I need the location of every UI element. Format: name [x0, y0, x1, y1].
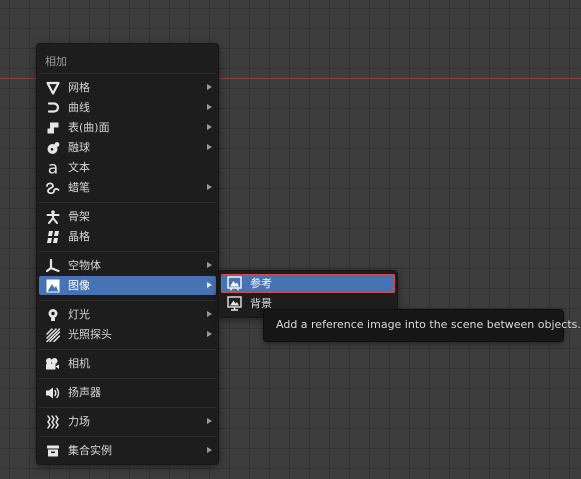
menu-separator	[39, 407, 216, 408]
light-icon	[45, 307, 60, 322]
menu-item-metaball[interactable]: 融球	[39, 138, 216, 157]
menu-separator	[39, 349, 216, 350]
menu-title: 相加	[45, 55, 67, 68]
menu-item-light[interactable]: 灯光	[39, 305, 216, 324]
menu-separator	[39, 378, 216, 379]
lattice-icon	[45, 229, 60, 244]
menu-item-mesh[interactable]: 网格	[39, 78, 216, 97]
menu-item-label: 骨架	[68, 210, 90, 223]
curve-icon	[45, 100, 60, 115]
tooltip-text: Add a reference image into the scene bet…	[276, 318, 581, 331]
svg-text:a: a	[47, 160, 57, 176]
grease-pencil-icon	[45, 180, 60, 195]
submenu-arrow-icon	[207, 184, 212, 190]
menu-item-collection-instance[interactable]: 集合实例	[39, 441, 216, 460]
light-probe-icon	[45, 327, 60, 342]
submenu-arrow-icon	[207, 447, 212, 453]
menu-item-camera[interactable]: 相机	[39, 354, 216, 373]
camera-icon	[45, 356, 60, 371]
tooltip: Add a reference image into the scene bet…	[263, 309, 581, 342]
menu-item-label: 集合实例	[68, 444, 112, 457]
add-menu: 相加 网格 曲线 表(曲)面 融球 a 文本 蜡笔 骨架 晶格 空物体 图像 灯…	[36, 43, 219, 465]
menu-item-label: 力场	[68, 415, 90, 428]
submenu-arrow-icon	[207, 104, 212, 110]
submenu-arrow-icon	[207, 262, 212, 268]
menu-item-label: 曲线	[68, 101, 90, 114]
menu-separator	[39, 436, 216, 437]
submenu-arrow-icon	[207, 124, 212, 130]
submenu-item-label: 参考	[250, 277, 272, 290]
submenu-arrow-icon	[207, 282, 212, 288]
menu-item-label: 扬声器	[68, 386, 101, 399]
menu-item-label: 晶格	[68, 230, 90, 243]
submenu-arrow-icon	[207, 84, 212, 90]
menu-separator	[39, 73, 216, 74]
3d-viewport[interactable]: 相加 网格 曲线 表(曲)面 融球 a 文本 蜡笔 骨架 晶格 空物体 图像 灯…	[0, 0, 581, 479]
menu-item-image[interactable]: 图像	[39, 276, 216, 295]
menu-item-label: 融球	[68, 141, 90, 154]
menu-item-label: 相机	[68, 357, 90, 370]
menu-item-force-field[interactable]: 力场	[39, 412, 216, 431]
menu-item-grease-pencil[interactable]: 蜡笔	[39, 178, 216, 197]
menu-item-empty[interactable]: 空物体	[39, 256, 216, 275]
empty-icon	[45, 258, 60, 273]
menu-item-text[interactable]: a 文本	[39, 158, 216, 177]
menu-item-label: 光照探头	[68, 328, 112, 341]
menu-item-label: 空物体	[68, 259, 101, 272]
armature-icon	[45, 209, 60, 224]
menu-item-label: 灯光	[68, 308, 90, 321]
menu-item-label: 文本	[68, 161, 90, 174]
menu-item-label: 图像	[68, 279, 90, 292]
image-background-icon	[227, 296, 242, 311]
submenu-arrow-icon	[207, 418, 212, 424]
menu-item-lattice[interactable]: 晶格	[39, 227, 216, 246]
collection-instance-icon	[45, 443, 60, 458]
submenu-arrow-icon	[207, 311, 212, 317]
submenu-arrow-icon	[207, 331, 212, 337]
submenu-item-reference[interactable]: 参考	[221, 274, 395, 293]
force-field-icon	[45, 414, 60, 429]
text-icon: a	[45, 160, 60, 176]
menu-item-speaker[interactable]: 扬声器	[39, 383, 216, 402]
image-icon	[45, 278, 60, 293]
menu-item-curve[interactable]: 曲线	[39, 98, 216, 117]
metaball-icon	[45, 140, 60, 155]
speaker-icon	[45, 385, 60, 400]
menu-separator	[39, 251, 216, 252]
menu-separator	[39, 300, 216, 301]
surface-icon	[45, 120, 60, 135]
menu-item-light-probe[interactable]: 光照探头	[39, 325, 216, 344]
menu-item-label: 表(曲)面	[68, 121, 110, 134]
submenu-arrow-icon	[207, 144, 212, 150]
menu-item-label: 网格	[68, 81, 90, 94]
menu-item-surface[interactable]: 表(曲)面	[39, 118, 216, 137]
mesh-icon	[45, 80, 60, 95]
menu-item-label: 蜡笔	[68, 181, 90, 194]
menu-separator	[39, 202, 216, 203]
image-reference-icon	[227, 276, 242, 291]
menu-item-armature[interactable]: 骨架	[39, 207, 216, 226]
